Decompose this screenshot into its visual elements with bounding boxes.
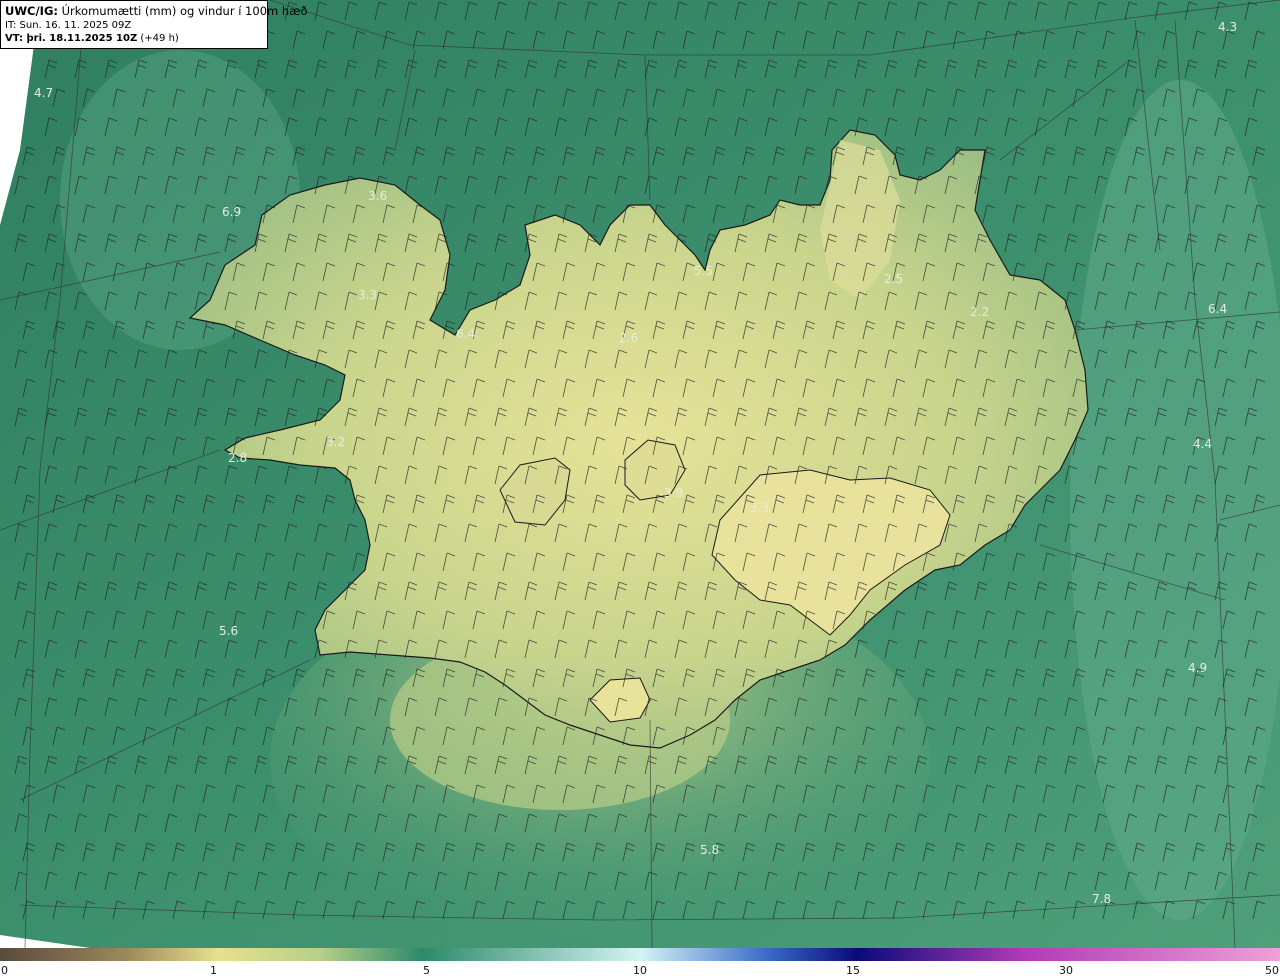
valid-time-line: VT: þri. 18.11.2025 10Z (+49 h) xyxy=(5,32,263,45)
value-label: 3.6 xyxy=(368,189,387,203)
value-label: 2.6 xyxy=(619,331,638,345)
value-label: 5.5 xyxy=(694,264,713,278)
value-label: 6.9 xyxy=(222,205,241,219)
model-label: UWC/IG: xyxy=(5,4,58,18)
colorbar-tick: 50 xyxy=(1265,964,1279,977)
value-label: 7.8 xyxy=(1092,892,1111,906)
colorbar-tick: 15 xyxy=(846,964,860,977)
value-label: 4.9 xyxy=(1188,661,1207,675)
colorbar-strip xyxy=(0,948,1280,961)
value-label: 5.6 xyxy=(219,624,238,638)
colorbar-tick: 10 xyxy=(633,964,647,977)
sea-band-east xyxy=(1070,80,1280,920)
colorbar-tick: 5 xyxy=(423,964,430,977)
value-label: 6.4 xyxy=(456,327,475,341)
value-label: 6.4 xyxy=(1208,302,1227,316)
colorbar-tick: 30 xyxy=(1059,964,1073,977)
value-label: 3.3 xyxy=(750,501,769,515)
value-label: 2.5 xyxy=(884,272,903,286)
header-title-line: UWC/IG: Úrkomumætti (mm) og vindur í 100… xyxy=(5,4,308,19)
forecast-map: 4.3 4.7 3.6 6.9 5.5 2.5 3.3 6.4 2.2 2.6 … xyxy=(0,0,1280,950)
colorbar-tick: 0 xyxy=(1,964,8,977)
valid-time: VT: þri. 18.11.2025 10Z xyxy=(5,33,138,44)
colorbar: 0 1 5 10 15 30 50 xyxy=(0,948,1280,978)
value-label: 2.2 xyxy=(970,305,989,319)
colorbar-tick: 1 xyxy=(210,964,217,977)
value-label: 4.4 xyxy=(1193,437,1212,451)
lead-time: (+49 h) xyxy=(140,33,179,44)
value-label: 4.3 xyxy=(1218,20,1237,34)
value-label: 4.7 xyxy=(34,86,53,100)
map-header: UWC/IG: Úrkomumætti (mm) og vindur í 100… xyxy=(0,0,308,49)
init-time: IT: Sun. 16. 11. 2025 09Z xyxy=(5,20,132,31)
value-label: 2.8 xyxy=(228,451,247,465)
value-label: 3.9 xyxy=(664,486,683,500)
value-label: 5.8 xyxy=(700,843,719,857)
value-label: 3.3 xyxy=(358,288,377,302)
field-title: Úrkomumætti (mm) og vindur í 100m hæð xyxy=(61,4,308,18)
value-label: 3.2 xyxy=(326,435,345,449)
